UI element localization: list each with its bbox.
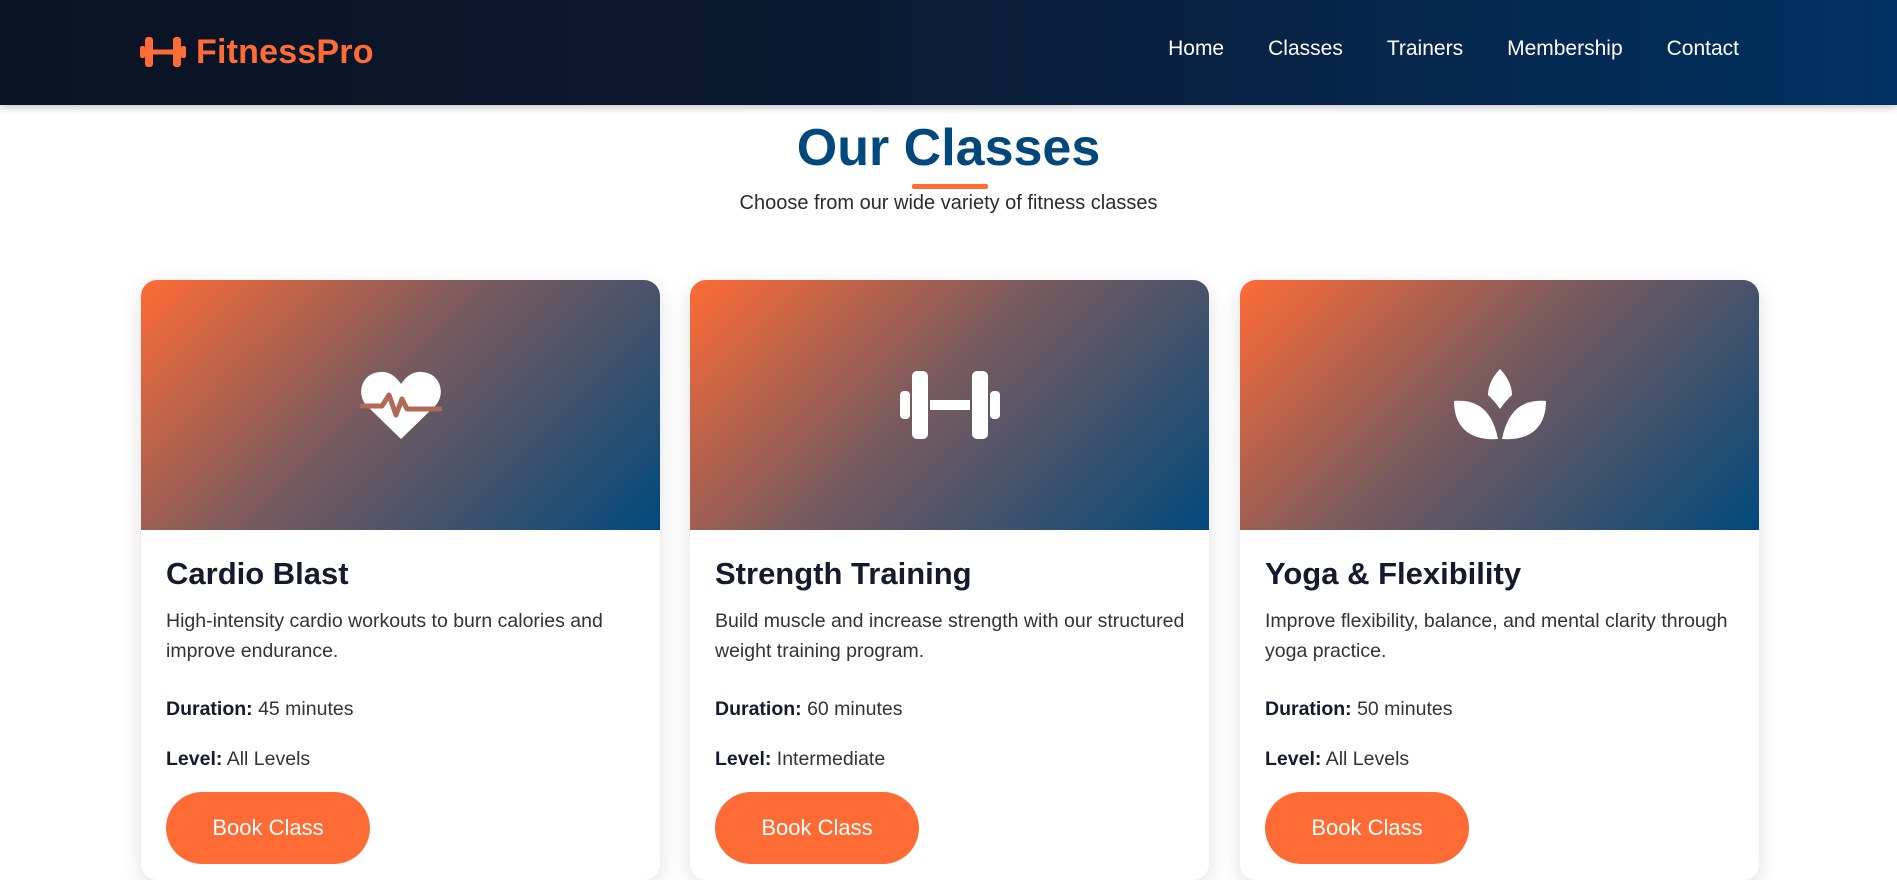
level-value: All Levels: [226, 748, 311, 770]
nav-link-membership[interactable]: Membership: [1507, 37, 1623, 60]
nav-link-trainers[interactable]: Trainers: [1387, 37, 1463, 60]
class-card-yoga: Yoga & Flexibility Improve flexibility, …: [1240, 280, 1759, 880]
dumbbell-icon: [140, 37, 186, 67]
class-duration: Duration: 60 minutes: [715, 698, 902, 721]
class-card-cardio: Cardio Blast High-intensity cardio worko…: [141, 280, 660, 880]
level-value: Intermediate: [776, 748, 886, 770]
class-card-image: [1240, 280, 1759, 530]
duration-value: 50 minutes: [1357, 698, 1453, 720]
lotus-icon: [1453, 369, 1546, 440]
dumbbell-icon: [899, 371, 1000, 439]
duration-label: Duration:: [166, 698, 253, 720]
book-class-button[interactable]: Book Class: [1265, 792, 1469, 864]
book-class-button[interactable]: Book Class: [715, 792, 919, 864]
class-level: Level: Intermediate: [715, 748, 885, 771]
class-level: Level: All Levels: [166, 748, 310, 771]
class-card-image: [141, 280, 660, 530]
duration-label: Duration:: [1265, 698, 1352, 720]
navbar: FitnessPro Home Classes Trainers Members…: [0, 0, 1897, 105]
heart-pulse-icon: [359, 371, 442, 439]
class-description: High-intensity cardio workouts to burn c…: [166, 610, 603, 662]
level-label: Level:: [1265, 748, 1322, 770]
duration-label: Duration:: [715, 698, 802, 720]
section-title: Our Classes: [796, 119, 1101, 177]
class-title: Cardio Blast: [166, 556, 349, 591]
level-value: All Levels: [1325, 748, 1410, 770]
brand-logo[interactable]: FitnessPro: [140, 30, 374, 74]
class-title: Strength Training: [715, 556, 972, 591]
nav-links: Home Classes Trainers Membership Contact: [1168, 37, 1739, 61]
class-card-strength: Strength Training Build muscle and incre…: [690, 280, 1209, 880]
section-subtitle: Choose from our wide variety of fitness …: [739, 192, 1158, 214]
nav-link-contact[interactable]: Contact: [1667, 37, 1739, 60]
duration-value: 60 minutes: [807, 698, 903, 720]
class-level: Level: All Levels: [1265, 748, 1409, 771]
class-title: Yoga & Flexibility: [1265, 556, 1522, 591]
nav-link-home[interactable]: Home: [1168, 37, 1224, 60]
brand-name: FitnessPro: [196, 32, 374, 71]
level-label: Level:: [166, 748, 223, 770]
book-class-button[interactable]: Book Class: [166, 792, 370, 864]
title-underline: [912, 184, 988, 189]
class-duration: Duration: 50 minutes: [1265, 698, 1452, 721]
nav-link-classes[interactable]: Classes: [1268, 37, 1343, 60]
level-label: Level:: [715, 748, 772, 770]
class-card-image: [690, 280, 1209, 530]
class-duration: Duration: 45 minutes: [166, 698, 353, 721]
class-description: Improve flexibility, balance, and mental…: [1265, 610, 1728, 662]
duration-value: 45 minutes: [258, 698, 354, 720]
class-description: Build muscle and increase strength with …: [715, 610, 1185, 662]
